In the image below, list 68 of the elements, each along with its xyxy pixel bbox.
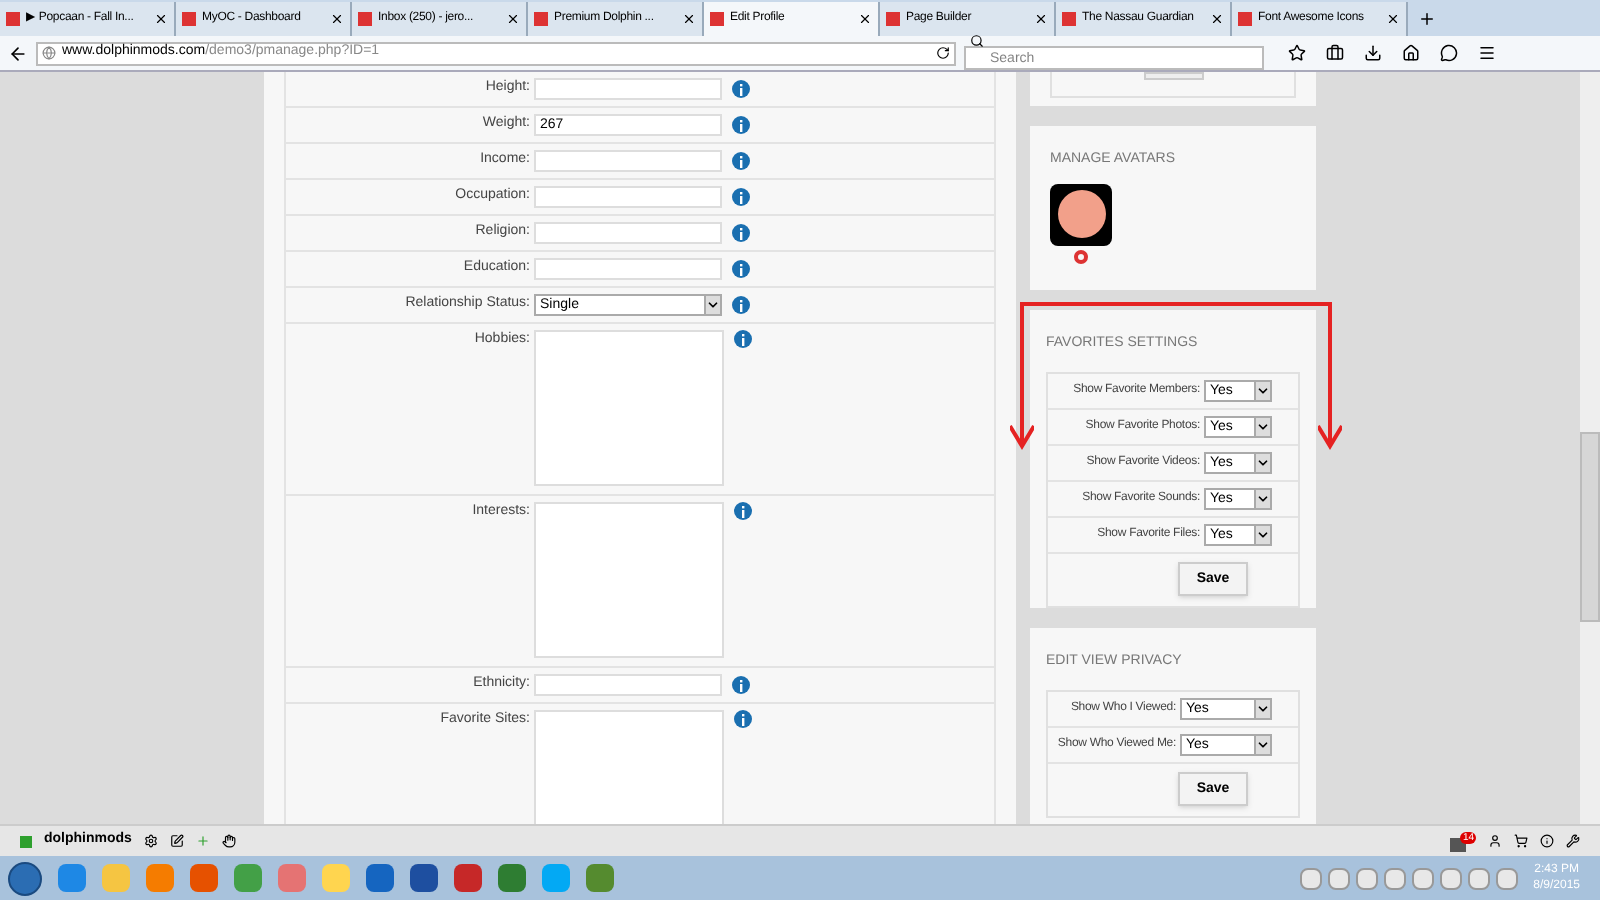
close-icon[interactable]: [682, 12, 696, 26]
close-icon[interactable]: [858, 12, 872, 26]
reload-icon[interactable]: [936, 46, 950, 60]
input-field[interactable]: [534, 150, 722, 172]
start-button[interactable]: [8, 861, 42, 895]
info-icon: [732, 676, 750, 694]
globe-icon: [42, 46, 56, 60]
close-icon[interactable]: [1386, 12, 1400, 26]
caret-icon: [1254, 453, 1270, 472]
input-field[interactable]: [534, 222, 722, 244]
favicon-icon: [182, 12, 196, 26]
caret-icon: [1254, 735, 1270, 754]
caret-icon: [1254, 699, 1270, 718]
info-icon: [734, 710, 752, 728]
new-tab-icon[interactable]: [1418, 10, 1436, 28]
home-icon[interactable]: [1402, 44, 1420, 62]
input-field[interactable]: [534, 78, 722, 100]
close-icon[interactable]: [1034, 12, 1048, 26]
star-icon[interactable]: [1288, 44, 1306, 62]
cart-icon[interactable]: [1514, 834, 1528, 848]
briefcase-icon[interactable]: [1326, 44, 1344, 62]
info-icon: [734, 330, 752, 348]
back-icon[interactable]: [8, 43, 28, 63]
close-icon[interactable]: [506, 12, 520, 26]
input-field[interactable]: [534, 674, 722, 696]
download-icon[interactable]: [1364, 44, 1382, 62]
caret-icon: [704, 296, 720, 314]
edit-icon[interactable]: [169, 834, 184, 848]
input-field[interactable]: [534, 186, 722, 208]
close-icon[interactable]: [1210, 12, 1224, 26]
input-field[interactable]: [534, 258, 722, 280]
down-arrow: [1010, 306, 1034, 450]
close-icon[interactable]: [330, 12, 344, 26]
favicon-icon: [710, 12, 724, 26]
info-icon: [732, 188, 750, 206]
caret-icon: [1254, 525, 1270, 544]
favicon-icon: [6, 12, 20, 26]
info-icon: [734, 502, 752, 520]
wrench-icon[interactable]: [1566, 834, 1580, 848]
info-icon[interactable]: [1540, 834, 1554, 848]
info-icon: [732, 296, 750, 314]
favicon-icon: [1062, 12, 1076, 26]
hand-icon[interactable]: [221, 834, 236, 848]
info-icon: [732, 152, 750, 170]
favicon-icon: [1238, 12, 1252, 26]
info-icon: [732, 80, 750, 98]
search-icon: [970, 34, 984, 48]
favicon-icon: [358, 12, 372, 26]
chat-icon[interactable]: [1440, 44, 1458, 62]
caret-icon: [1254, 489, 1270, 508]
scrollbar[interactable]: [1580, 72, 1600, 824]
info-icon: [732, 116, 750, 134]
user-icon[interactable]: [1488, 834, 1502, 848]
favicon-icon: [886, 12, 900, 26]
notifications-icon[interactable]: [1450, 837, 1467, 851]
menu-icon[interactable]: [1478, 44, 1496, 62]
caret-icon: [1254, 381, 1270, 400]
down-arrow: [1318, 306, 1342, 450]
settings-icon[interactable]: [143, 834, 158, 848]
close-icon[interactable]: [154, 12, 168, 26]
caret-icon: [1254, 417, 1270, 436]
site-logo-icon: [20, 835, 32, 847]
avatar-image: [1050, 183, 1112, 246]
favicon-icon: [534, 12, 548, 26]
info-icon: [732, 224, 750, 242]
remove-icon[interactable]: [1074, 249, 1088, 264]
info-icon: [732, 260, 750, 278]
plus-icon[interactable]: [195, 834, 210, 848]
